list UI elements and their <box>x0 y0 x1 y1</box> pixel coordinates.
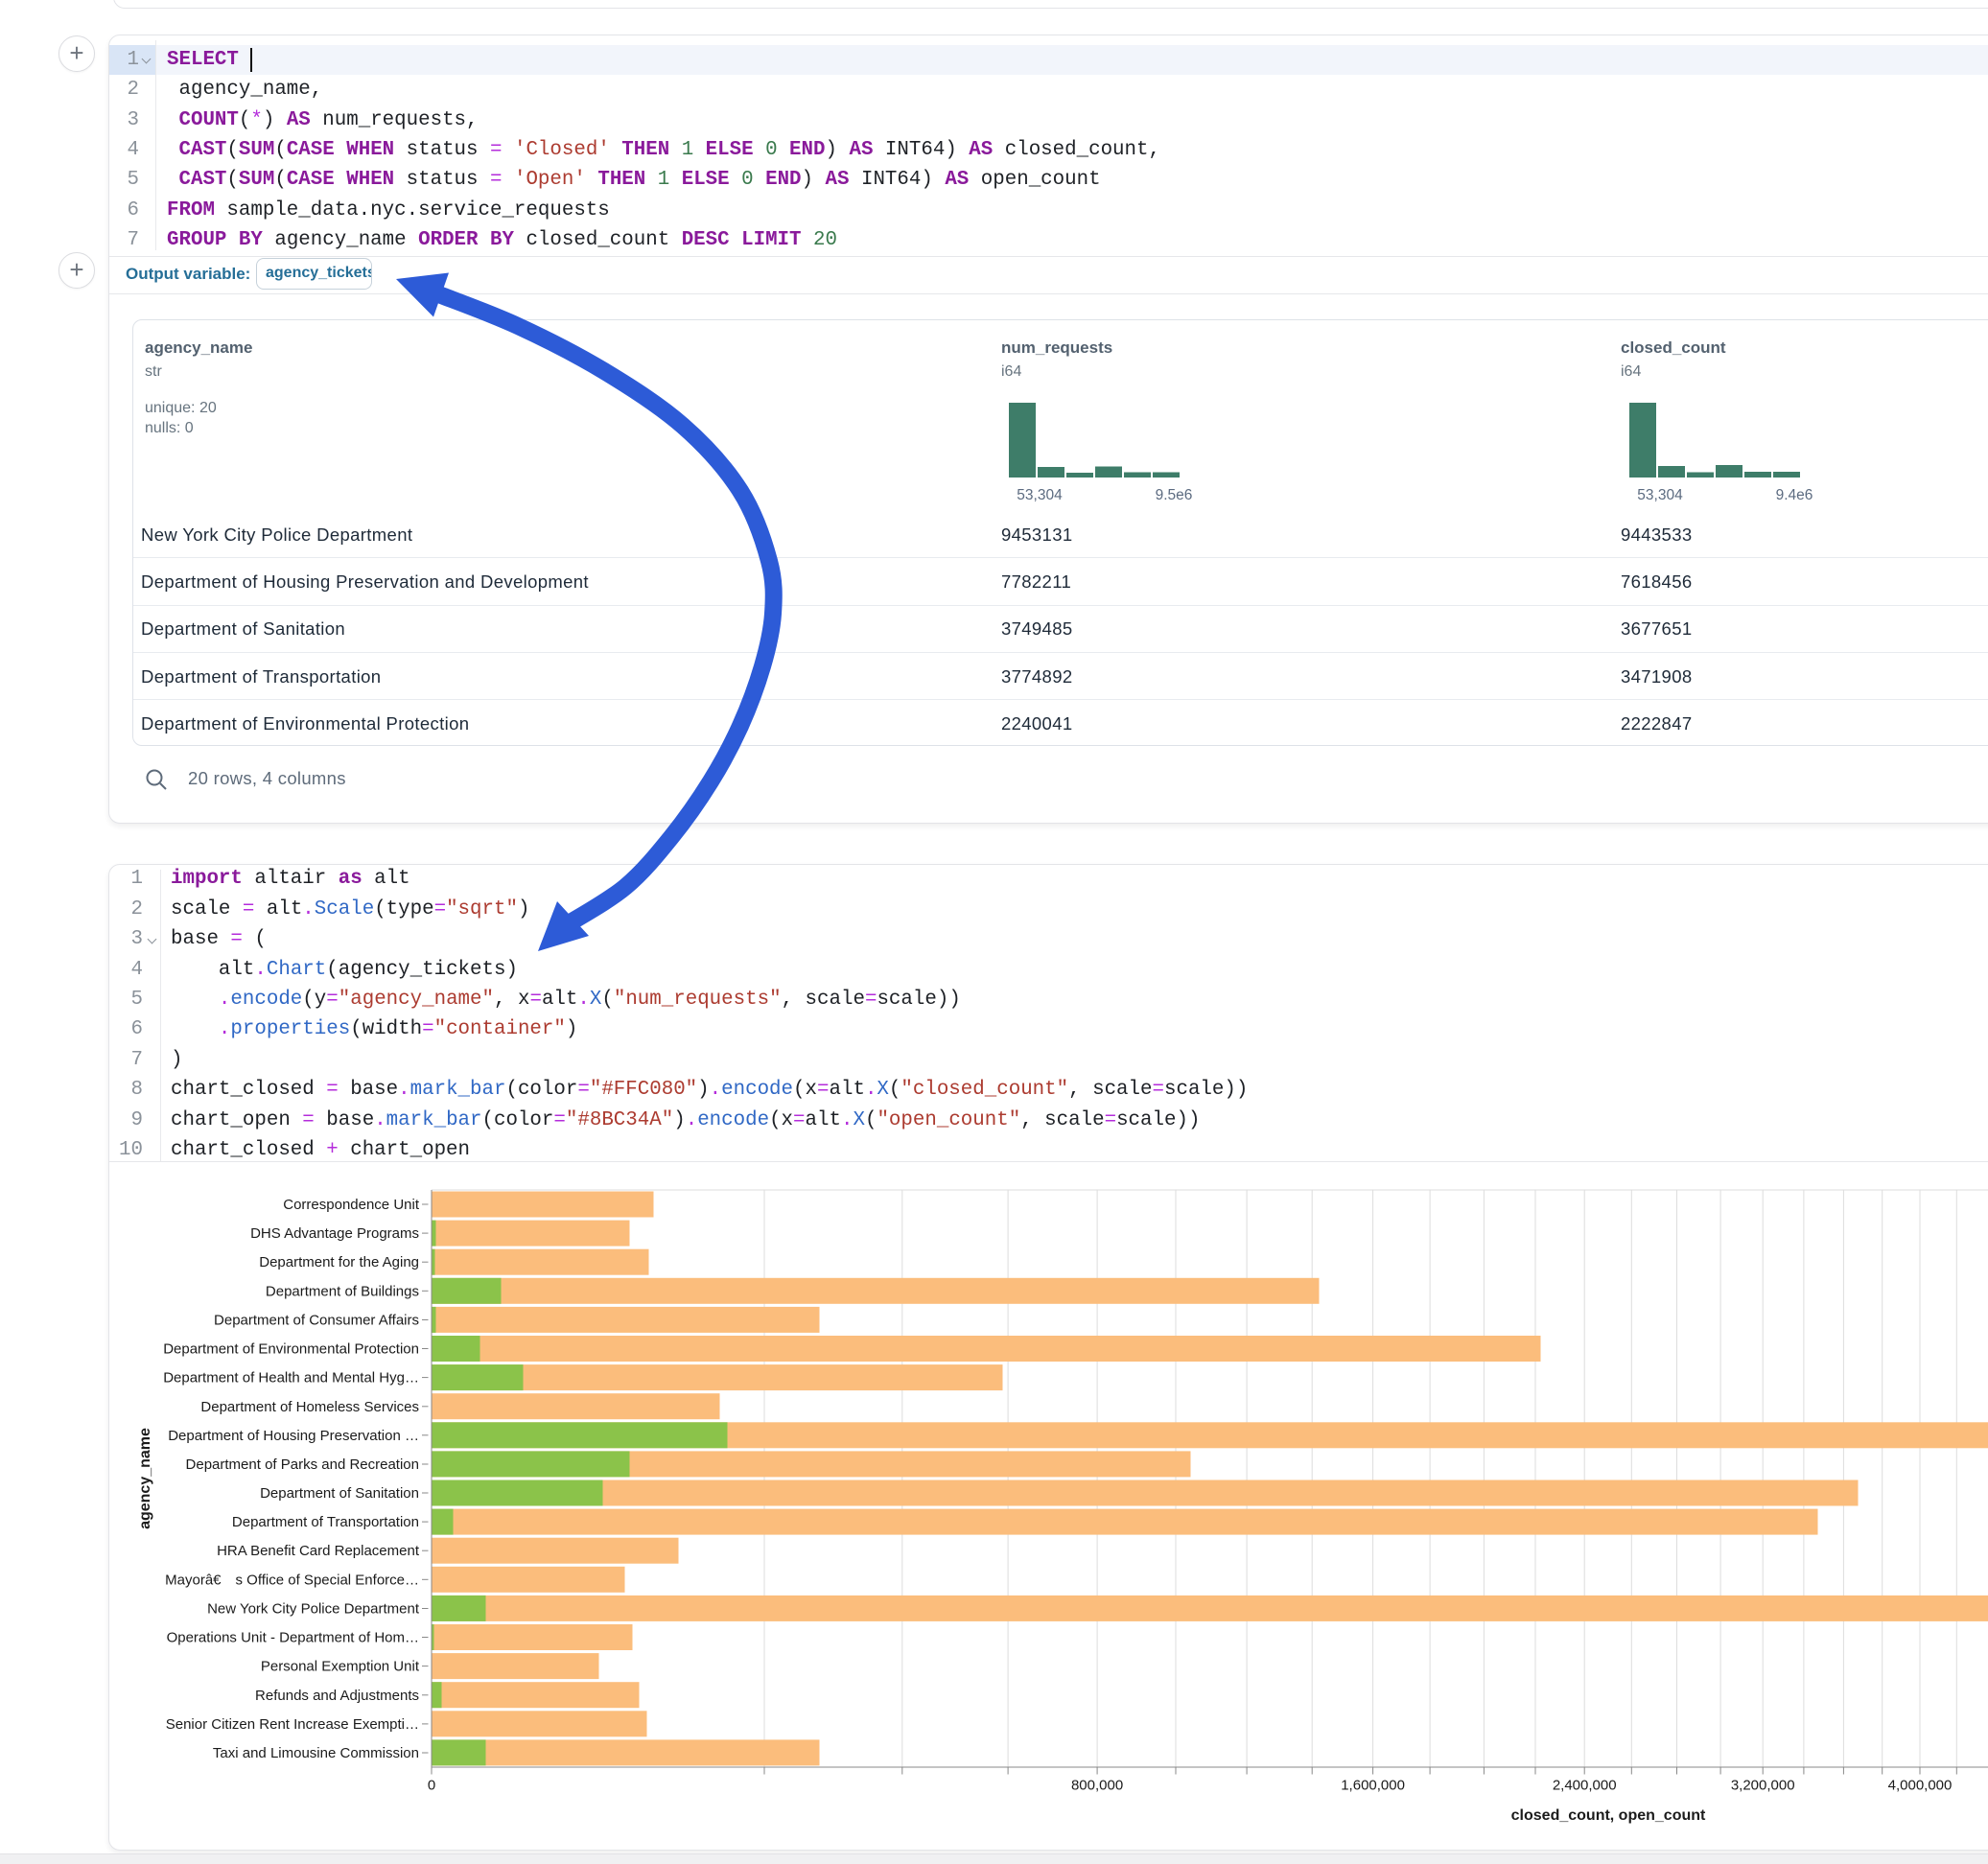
svg-text:Operations Unit - Department o: Operations Unit - Department of Hom… <box>167 1630 419 1646</box>
svg-text:Department of Parks and Recrea: Department of Parks and Recreation <box>186 1456 419 1473</box>
svg-text:4,000,000: 4,000,000 <box>1888 1778 1953 1794</box>
svg-text:Department for the Aging: Department for the Aging <box>259 1254 419 1270</box>
svg-text:Correspondence Unit: Correspondence Unit <box>283 1197 420 1213</box>
svg-text:Department of Housing Preserva: Department of Housing Preservation … <box>168 1428 419 1444</box>
svg-text:HRA Benefit Card Replacement: HRA Benefit Card Replacement <box>217 1543 420 1559</box>
svg-text:Taxi and Limousine Commission: Taxi and Limousine Commission <box>213 1745 419 1761</box>
svg-text:Personal Exemption Unit: Personal Exemption Unit <box>261 1659 420 1675</box>
svg-text:Department of Consumer Affairs: Department of Consumer Affairs <box>214 1313 419 1329</box>
svg-text:New York City Police Departmen: New York City Police Department <box>207 1601 420 1618</box>
svg-text:Senior Citizen Rent Increase E: Senior Citizen Rent Increase Exempti… <box>166 1716 419 1733</box>
svg-text:Mayorâ€ s Office of Special En: Mayorâ€ s Office of Special Enforce… <box>165 1572 419 1588</box>
svg-text:3,200,000: 3,200,000 <box>1731 1778 1795 1794</box>
svg-text:Department of Sanitation: Department of Sanitation <box>260 1485 419 1502</box>
svg-text:Department of Transportation: Department of Transportation <box>232 1514 419 1530</box>
svg-text:DHS Advantage Programs: DHS Advantage Programs <box>250 1225 419 1242</box>
svg-text:Refunds and Adjustments: Refunds and Adjustments <box>255 1688 419 1704</box>
svg-text:Department of Buildings: Department of Buildings <box>266 1283 419 1299</box>
svg-text:Department of Environmental Pr: Department of Environmental Protection <box>163 1341 419 1358</box>
svg-text:agency_name: agency_name <box>137 1428 153 1529</box>
svg-text:closed_count, open_count: closed_count, open_count <box>1511 1807 1706 1824</box>
svg-text:0: 0 <box>428 1778 435 1794</box>
svg-text:Department of Health and Menta: Department of Health and Mental Hyg… <box>163 1370 419 1386</box>
svg-text:2,400,000: 2,400,000 <box>1553 1778 1617 1794</box>
svg-text:1,600,000: 1,600,000 <box>1341 1778 1405 1794</box>
svg-text:800,000: 800,000 <box>1071 1778 1123 1794</box>
svg-text:Department of Homeless Service: Department of Homeless Services <box>200 1399 419 1415</box>
